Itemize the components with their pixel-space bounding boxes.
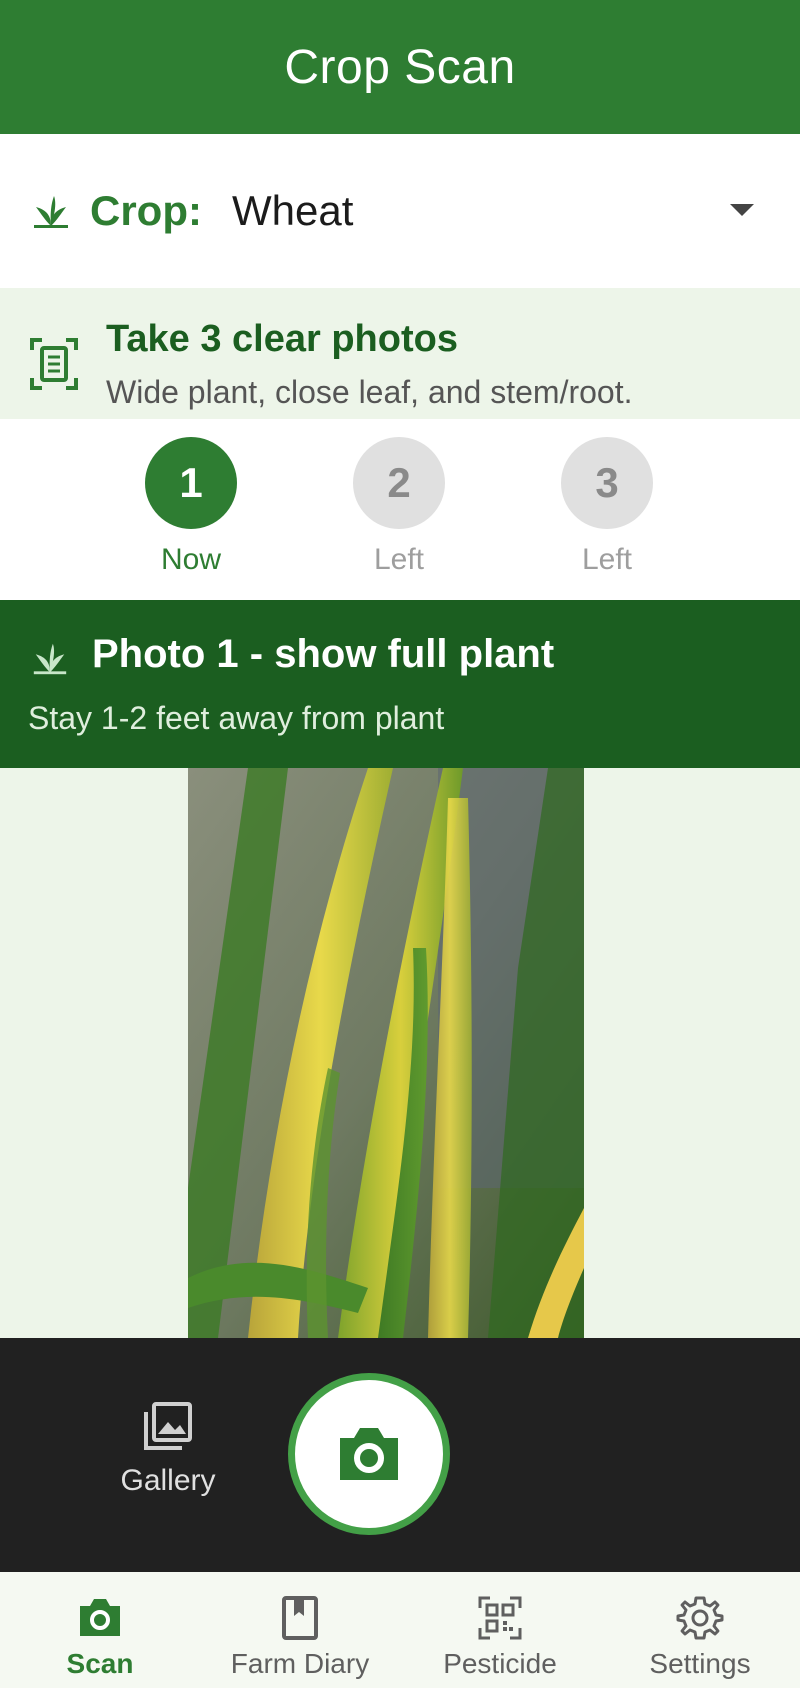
gear-icon	[676, 1596, 724, 1640]
qr-code-icon	[478, 1596, 522, 1640]
photo-instruction-banner	[0, 600, 800, 768]
book-icon	[282, 1596, 318, 1640]
step-status: Left	[581, 543, 633, 576]
nav-item-pesticide[interactable]: Pesticide	[400, 1572, 600, 1688]
crop-selector[interactable]: Crop: Wheat	[0, 134, 800, 288]
step-number: 2	[353, 437, 445, 529]
camera-preview-area	[0, 768, 800, 1338]
photo-banner-title: Photo 1 - show full plant	[92, 632, 555, 676]
sprout-icon	[33, 643, 67, 675]
camera-controls: Gallery	[0, 1338, 800, 1572]
step-status: Left	[373, 543, 425, 576]
crop-label: Crop:	[90, 187, 202, 234]
crop-value[interactable]: Wheat	[232, 187, 353, 235]
photo-banner-subtitle: Stay 1-2 feet away from plant	[28, 700, 445, 736]
camera-icon	[80, 1599, 120, 1636]
step-1[interactable]: 1 Now	[126, 437, 256, 577]
step-number: 3	[561, 437, 653, 529]
step-2[interactable]: 2 Left	[334, 437, 464, 577]
app-bar: Crop Scan	[0, 0, 800, 134]
step-3[interactable]: 3 Left	[542, 437, 672, 577]
nav-label: Pesticide	[443, 1648, 557, 1679]
instruction-title: Take 3 clear photos	[106, 318, 458, 360]
nav-label: Farm Diary	[230, 1648, 370, 1679]
sprout-icon	[34, 196, 68, 228]
shutter-button[interactable]	[288, 1373, 450, 1535]
nav-label: Settings	[649, 1648, 751, 1679]
step-indicator: 1 Now 2 Left 3 Left	[0, 419, 800, 600]
instruction-subtitle: Wide plant, close leaf, and stem/root.	[106, 374, 633, 410]
nav-item-scan[interactable]: Scan	[0, 1572, 200, 1688]
camera-preview-image	[188, 768, 584, 1338]
step-status: Now	[160, 543, 221, 576]
nav-label: Scan	[66, 1648, 134, 1679]
camera-icon	[340, 1428, 398, 1480]
gallery-button[interactable]: Gallery	[110, 1400, 226, 1498]
dropdown-arrow-icon[interactable]	[730, 204, 754, 216]
bottom-navigation: Scan Farm Diary Pesticide Settings	[0, 1572, 800, 1688]
scan-document-icon	[30, 338, 78, 390]
app-title: Crop Scan	[284, 40, 516, 94]
nav-item-farm-diary[interactable]: Farm Diary	[200, 1572, 400, 1688]
gallery-label: Gallery	[120, 1464, 216, 1497]
nav-item-settings[interactable]: Settings	[600, 1572, 800, 1688]
gallery-icon	[144, 1402, 192, 1450]
step-number: 1	[145, 437, 237, 529]
